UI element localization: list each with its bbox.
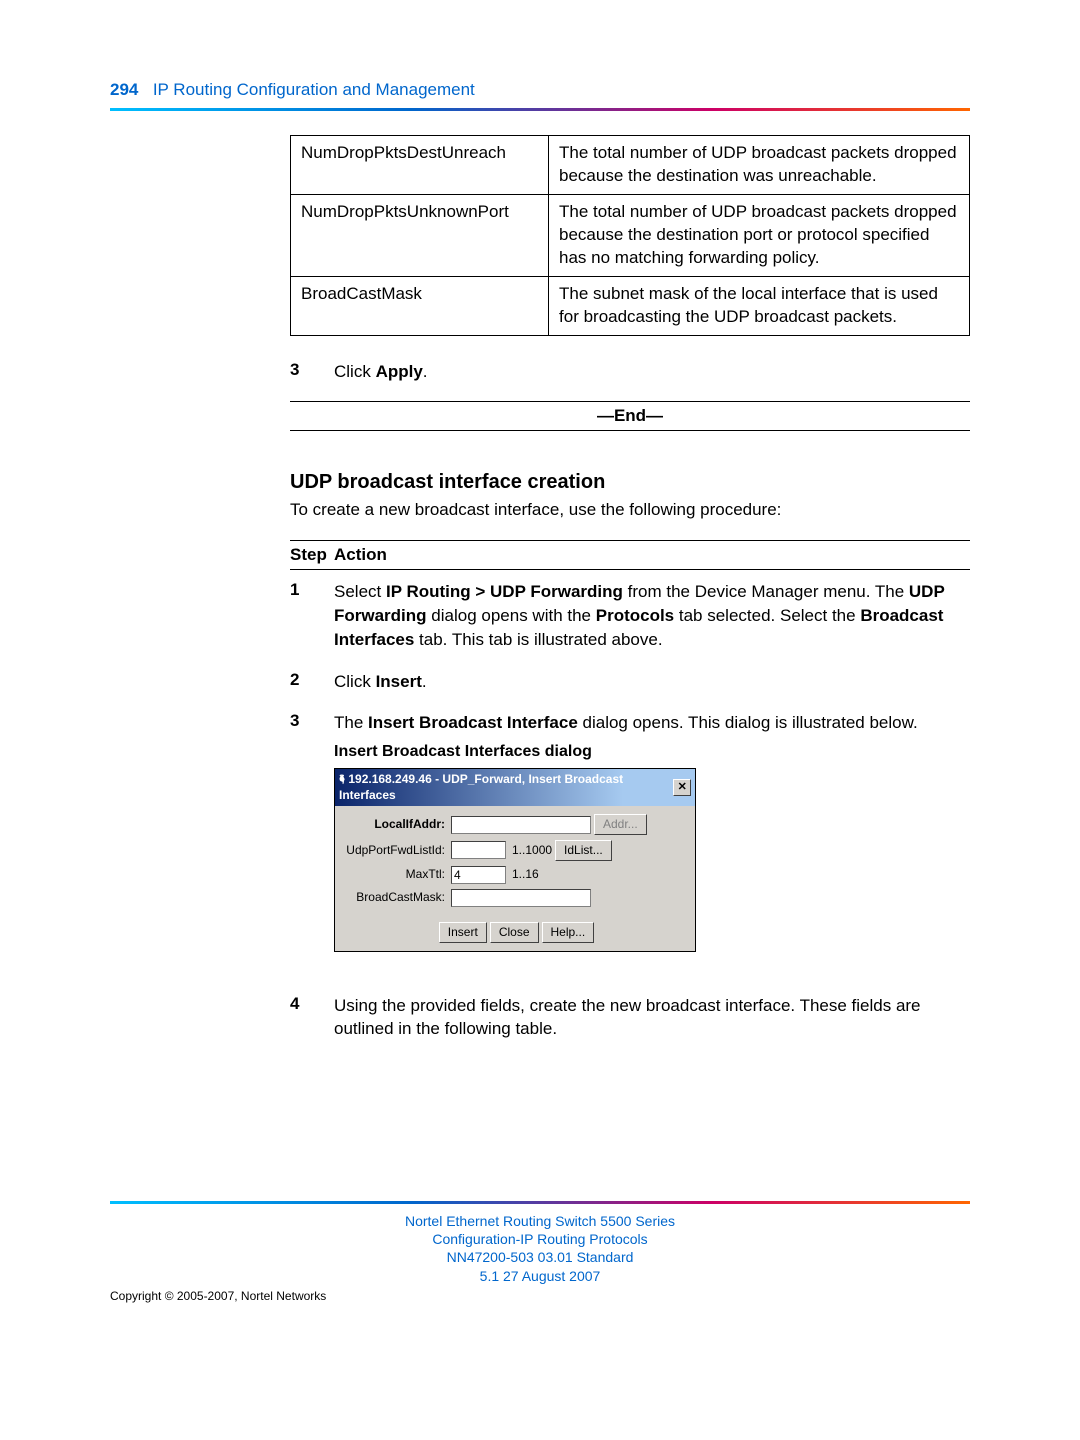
broadcast-mask-input[interactable] (451, 889, 591, 907)
insert-button[interactable]: Insert (439, 922, 487, 943)
dialog-title: 🖣 192.168.249.46 - UDP_Forward, Insert B… (339, 771, 673, 805)
table-cell-desc: The total number of UDP broadcast packet… (549, 194, 970, 276)
footer-line-1: Nortel Ethernet Routing Switch 5500 Seri… (110, 1212, 970, 1230)
step-text: tab. This tab is illustrated above. (414, 630, 662, 649)
footer-gradient-rule (110, 1201, 970, 1204)
step-1: 1 Select IP Routing > UDP Forwarding fro… (290, 580, 970, 651)
step-text: Click (334, 672, 376, 691)
max-ttl-label: MaxTtl: (345, 866, 451, 883)
step-text: dialog opens. This dialog is illustrated… (578, 713, 918, 732)
dialog-title-text: 192.168.249.46 - UDP_Forward, Insert Bro… (339, 772, 623, 803)
step-action-header: Step Action (290, 540, 970, 570)
max-ttl-input[interactable]: 4 (451, 866, 506, 884)
step-text: The (334, 713, 368, 732)
step-number: 4 (290, 994, 334, 1042)
table-cell-field: BroadCastMask (291, 276, 549, 335)
footer-line-2: Configuration-IP Routing Protocols (110, 1230, 970, 1248)
step-text: tab selected. Select the (674, 606, 860, 625)
local-if-addr-input[interactable] (451, 816, 591, 834)
header-top-rule (290, 540, 970, 541)
end-block: —End— (290, 401, 970, 431)
table-cell-field: NumDropPktsDestUnreach (291, 136, 549, 195)
section-intro: To create a new broadcast interface, use… (290, 498, 970, 522)
step-bold: Protocols (596, 606, 674, 625)
step-bold: IP Routing > UDP Forwarding (386, 582, 623, 601)
step-3-apply: 3 Click Apply. (290, 360, 970, 384)
ttl-hint: 1..16 (512, 866, 539, 883)
step-body: Using the provided fields, create the ne… (334, 994, 970, 1042)
table-cell-desc: The subnet mask of the local interface t… (549, 276, 970, 335)
fwd-hint: 1..1000 (512, 842, 552, 859)
step-number: 2 (290, 670, 334, 694)
col-step-label: Step (290, 545, 334, 565)
footer-line-4: 5.1 27 August 2007 (110, 1267, 970, 1285)
step-3: 3 The Insert Broadcast Interface dialog … (290, 711, 970, 975)
step-body: Click Apply. (334, 360, 970, 384)
broadcast-mask-label: BroadCastMask: (345, 889, 451, 906)
step-bold: Apply (376, 362, 423, 381)
table-row: BroadCastMask The subnet mask of the loc… (291, 276, 970, 335)
step-text: dialog opens with the (427, 606, 596, 625)
dialog-button-row: InsertCloseHelp... (335, 918, 695, 951)
table-row: NumDropPktsUnknownPort The total number … (291, 194, 970, 276)
step-text: . (423, 362, 428, 381)
col-action-label: Action (334, 545, 387, 565)
copyright: Copyright © 2005-2007, Nortel Networks (110, 1289, 970, 1303)
figure-caption: Insert Broadcast Interfaces dialog (334, 741, 970, 763)
step-number: 1 (290, 580, 334, 651)
table-row: NumDropPktsDestUnreach The total number … (291, 136, 970, 195)
local-if-addr-label: LocalIfAddr: (345, 816, 451, 833)
help-button[interactable]: Help... (542, 922, 595, 943)
step-number: 3 (290, 711, 334, 975)
close-icon[interactable]: ✕ (673, 779, 691, 796)
step-4: 4 Using the provided fields, create the … (290, 994, 970, 1042)
header-gradient-rule (110, 108, 970, 111)
step-2: 2 Click Insert. (290, 670, 970, 694)
section-heading: UDP broadcast interface creation (290, 471, 970, 494)
step-text: Select (334, 582, 386, 601)
table-cell-desc: The total number of UDP broadcast packet… (549, 136, 970, 195)
step-text: from the Device Manager menu. The (623, 582, 909, 601)
step-text: Click (334, 362, 376, 381)
step-body: Select IP Routing > UDP Forwarding from … (334, 580, 970, 651)
dialog-body: LocalIfAddr: Addr... UdpPortFwdListId: 1… (335, 806, 695, 918)
step-body: Click Insert. (334, 670, 970, 694)
step-number: 3 (290, 360, 334, 384)
step-text: . (422, 672, 427, 691)
field-description-table: NumDropPktsDestUnreach The total number … (290, 135, 970, 336)
table-cell-field: NumDropPktsUnknownPort (291, 194, 549, 276)
step-body: The Insert Broadcast Interface dialog op… (334, 711, 970, 975)
end-bottom-rule (290, 430, 970, 431)
addr-button[interactable]: Addr... (594, 814, 647, 835)
idlist-button[interactable]: IdList... (555, 840, 612, 861)
end-label: —End— (290, 406, 970, 426)
insert-broadcast-dialog: 🖣 192.168.249.46 - UDP_Forward, Insert B… (334, 768, 696, 952)
close-button[interactable]: Close (490, 922, 539, 943)
udp-port-fwd-list-id-label: UdpPortFwdListId: (345, 842, 451, 859)
udp-port-fwd-list-id-input[interactable] (451, 841, 506, 859)
end-top-rule (290, 401, 970, 402)
step-bold: Insert (376, 672, 422, 691)
footer-line-3: NN47200-503 03.01 Standard (110, 1248, 970, 1266)
header-title: IP Routing Configuration and Management (153, 80, 475, 99)
page-header: 294 IP Routing Configuration and Managem… (110, 80, 970, 100)
page-footer: Nortel Ethernet Routing Switch 5500 Seri… (110, 1212, 970, 1285)
dialog-titlebar: 🖣 192.168.249.46 - UDP_Forward, Insert B… (335, 769, 695, 807)
header-bottom-rule (290, 569, 970, 570)
step-bold: Insert Broadcast Interface (368, 713, 578, 732)
page-number: 294 (110, 80, 138, 99)
